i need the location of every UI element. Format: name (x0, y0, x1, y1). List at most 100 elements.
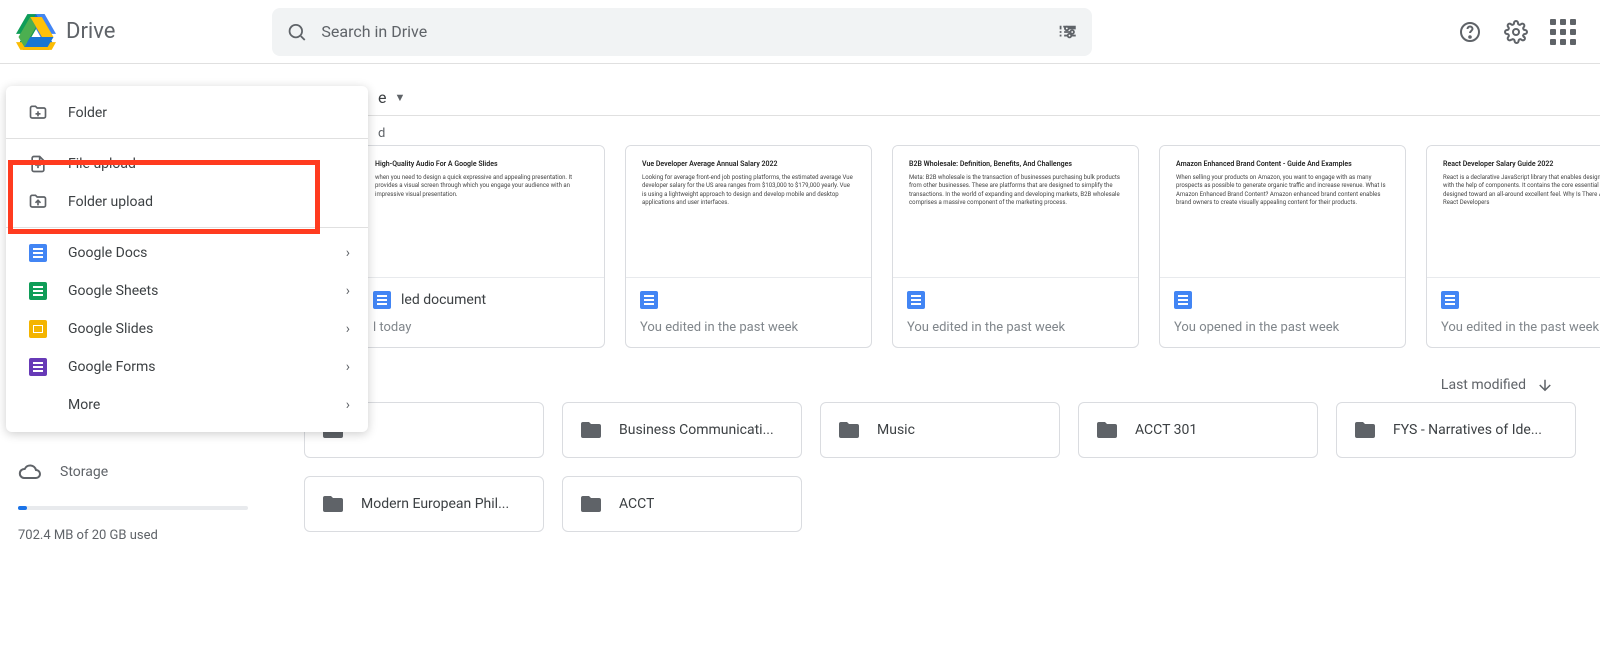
folder-icon (1095, 418, 1119, 442)
menu-item-label: More (68, 397, 100, 413)
chevron-right-icon: › (346, 283, 350, 299)
storage-progress (18, 506, 248, 510)
google-docs-icon (28, 243, 48, 263)
search-bar[interactable] (272, 8, 1092, 56)
brand[interactable]: Drive (12, 12, 272, 52)
search-input[interactable] (321, 22, 1028, 41)
folder-name: ACCT (619, 496, 654, 512)
google-docs-icon (640, 291, 658, 309)
storage-usage-text: 702.4 MB of 20 GB used (18, 528, 258, 543)
cloud-icon (18, 460, 42, 484)
menu-item-label: Folder (68, 105, 107, 121)
suggested-card[interactable]: High-Quality Audio For A Google Slides w… (358, 145, 605, 348)
blank-icon (28, 395, 48, 415)
folder-name: FYS - Narratives of Ide... (1393, 422, 1542, 438)
sidebar-item-storage[interactable]: Storage (18, 460, 258, 484)
menu-item-label: Folder upload (68, 194, 153, 210)
google-apps-icon[interactable] (1550, 19, 1576, 45)
file-upload-icon (28, 154, 48, 174)
chevron-right-icon: › (346, 359, 350, 375)
folder-tile[interactable]: ACCT (562, 476, 802, 532)
chevron-right-icon: › (346, 397, 350, 413)
card-thumbnail: React Developer Salary Guide 2022 React … (1427, 146, 1600, 278)
card-subtitle: l today (373, 320, 590, 335)
folder-name: Business Communicati... (619, 422, 774, 438)
google-forms-icon (28, 357, 48, 377)
google-docs-icon (1174, 291, 1192, 309)
folder-upload-icon (28, 192, 48, 212)
menu-item-label: Google Forms (68, 359, 156, 375)
folder-tile[interactable]: ACCT 301 (1078, 402, 1318, 458)
google-docs-icon (907, 291, 925, 309)
menu-separator (6, 227, 368, 228)
chevron-right-icon: › (346, 321, 350, 337)
menu-item-google-forms[interactable]: Google Forms › (6, 348, 368, 386)
search-options-icon[interactable] (1057, 20, 1078, 44)
folder-name: Modern European Phil... (361, 496, 509, 512)
menu-item-folder-upload[interactable]: Folder upload (6, 183, 368, 221)
folder-plus-icon (28, 103, 48, 123)
header-actions (1458, 19, 1588, 45)
folder-tile[interactable]: Business Communicati... (562, 402, 802, 458)
google-docs-icon (373, 291, 391, 309)
menu-separator (6, 138, 368, 139)
menu-item-file-upload[interactable]: File upload (6, 145, 368, 183)
card-thumbnail: Amazon Enhanced Brand Content - Guide An… (1160, 146, 1405, 278)
search-icon (286, 20, 307, 44)
settings-gear-icon[interactable] (1504, 20, 1528, 44)
google-sheets-icon (28, 281, 48, 301)
storage-label: Storage (60, 464, 108, 480)
folder-name: Music (877, 422, 915, 438)
menu-item-google-sheets[interactable]: Google Sheets › (6, 272, 368, 310)
folder-tile[interactable]: FYS - Narratives of Ide... (1336, 402, 1576, 458)
folder-icon (579, 418, 603, 442)
main: e ▼ d High-Quality Audio For A Google Sl… (292, 80, 1600, 532)
folder-icon (1353, 418, 1377, 442)
new-menu: Folder File upload Folder upload Google … (6, 86, 368, 432)
google-docs-icon (1441, 291, 1459, 309)
brand-name: Drive (66, 19, 115, 44)
folders-header: Folders Last modified (292, 348, 1600, 402)
card-thumbnail: High-Quality Audio For A Google Slides w… (359, 146, 604, 278)
breadcrumb-current: e (378, 88, 386, 107)
suggested-card[interactable]: B2B Wholesale: Definition, Benefits, And… (892, 145, 1139, 348)
sort-control[interactable]: Last modified (1441, 376, 1584, 394)
drive-logo-icon (16, 12, 56, 52)
card-thumbnail: Vue Developer Average Annual Salary 2022… (626, 146, 871, 278)
arrow-down-icon (1536, 376, 1554, 394)
folder-tile[interactable]: Music (820, 402, 1060, 458)
suggested-card[interactable]: React Developer Salary Guide 2022 React … (1426, 145, 1600, 348)
card-subtitle: You edited in the past week (907, 320, 1124, 335)
menu-item-new-folder[interactable]: Folder (6, 94, 368, 132)
card-subtitle: You edited in the past week (640, 320, 857, 335)
card-subtitle: You opened in the past week (1174, 320, 1391, 335)
sidebar-storage: Storage 702.4 MB of 20 GB used (18, 460, 258, 543)
menu-item-more[interactable]: More › (6, 386, 368, 424)
menu-item-google-docs[interactable]: Google Docs › (6, 234, 368, 272)
menu-item-label: File upload (68, 156, 136, 172)
menu-item-label: Google Docs (68, 245, 147, 261)
suggested-card[interactable]: Amazon Enhanced Brand Content - Guide An… (1159, 145, 1406, 348)
suggested-card[interactable]: Vue Developer Average Annual Salary 2022… (625, 145, 872, 348)
suggested-row: High-Quality Audio For A Google Slides w… (292, 145, 1600, 348)
menu-item-label: Google Slides (68, 321, 153, 337)
sort-label: Last modified (1441, 377, 1526, 393)
folders-grid: Business Communicati... Music ACCT 301 F… (292, 402, 1600, 532)
menu-item-google-slides[interactable]: Google Slides › (6, 310, 368, 348)
card-thumbnail: B2B Wholesale: Definition, Benefits, And… (893, 146, 1138, 278)
folder-icon (321, 492, 345, 516)
chevron-right-icon: › (346, 245, 350, 261)
header: Drive (0, 0, 1600, 64)
search-wrap (272, 8, 1458, 56)
google-slides-icon (28, 319, 48, 339)
card-title: led document (401, 292, 486, 308)
card-subtitle: You edited in the past week (1441, 320, 1600, 335)
folder-tile[interactable]: Modern European Phil... (304, 476, 544, 532)
menu-item-label: Google Sheets (68, 283, 158, 299)
help-icon[interactable] (1458, 20, 1482, 44)
breadcrumb[interactable]: e ▼ (292, 80, 1600, 115)
folder-icon (579, 492, 603, 516)
chevron-down-icon: ▼ (394, 91, 405, 104)
folder-name: ACCT 301 (1135, 422, 1197, 438)
folder-icon (837, 418, 861, 442)
